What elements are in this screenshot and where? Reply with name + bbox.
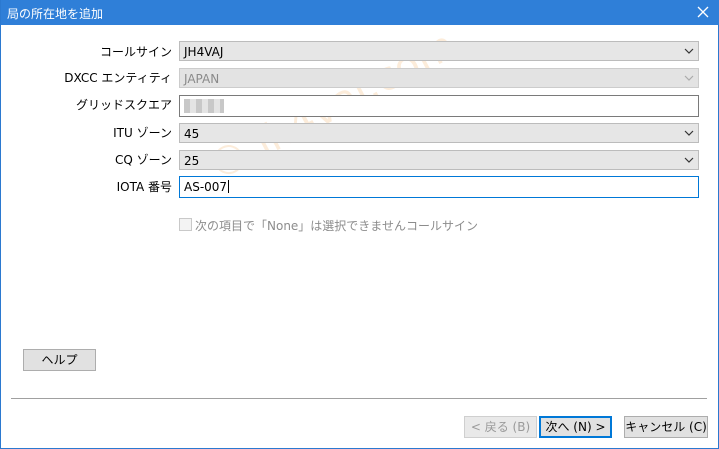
footer-divider	[11, 398, 707, 399]
dxcc-dropdown[interactable]: JAPAN	[179, 68, 699, 88]
title-bar: 局の所在地を追加	[1, 0, 719, 25]
grid-label: グリッドスクエア	[75, 98, 172, 112]
chevron-down-icon	[684, 130, 694, 136]
cq-zone-dropdown[interactable]: 25	[179, 150, 699, 170]
chevron-down-icon	[684, 75, 694, 81]
callsign-value: JH4VAJ	[184, 45, 224, 59]
none-callsign-checkbox-label: 次の項目で「None」は選択できませんコールサイン	[195, 219, 478, 233]
help-button[interactable]: ヘルプ	[23, 349, 96, 371]
dialog-window: 局の所在地を追加 © jh4vaj.com コールサイン JH4VAJ DXCC…	[0, 0, 719, 449]
grid-square-input[interactable]	[179, 95, 699, 117]
iota-value: AS-007	[184, 180, 230, 194]
itu-label: ITU ゾーン	[113, 126, 172, 140]
cq-value: 25	[184, 154, 200, 168]
next-button[interactable]: 次へ (N) >	[539, 416, 612, 438]
itu-zone-dropdown[interactable]: 45	[179, 123, 699, 143]
itu-value: 45	[184, 127, 200, 141]
close-icon	[697, 6, 709, 18]
redacted-grid-value	[184, 99, 224, 113]
callsign-label: コールサイン	[99, 45, 172, 59]
dxcc-label: DXCC エンティティ	[64, 71, 172, 85]
cq-label: CQ ゾーン	[114, 153, 172, 167]
back-button[interactable]: < 戻る (B)	[464, 416, 537, 438]
chevron-down-icon	[684, 48, 694, 54]
iota-input[interactable]: AS-007	[179, 176, 699, 198]
window-title: 局の所在地を追加	[7, 7, 104, 21]
close-button[interactable]	[686, 0, 719, 25]
iota-label: IOTA 番号	[116, 180, 172, 194]
chevron-down-icon	[684, 157, 694, 163]
cancel-button[interactable]: キャンセル (C)	[624, 416, 708, 438]
text-caret	[228, 180, 230, 193]
callsign-dropdown[interactable]: JH4VAJ	[179, 41, 699, 61]
none-callsign-checkbox[interactable]	[179, 218, 192, 231]
dxcc-value: JAPAN	[184, 72, 220, 86]
